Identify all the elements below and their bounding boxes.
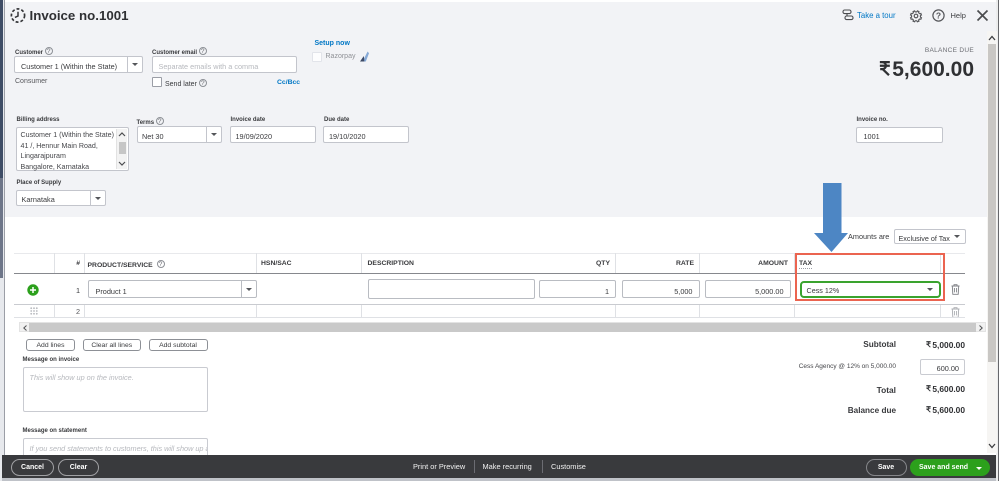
svg-text:?: ?	[936, 10, 941, 20]
